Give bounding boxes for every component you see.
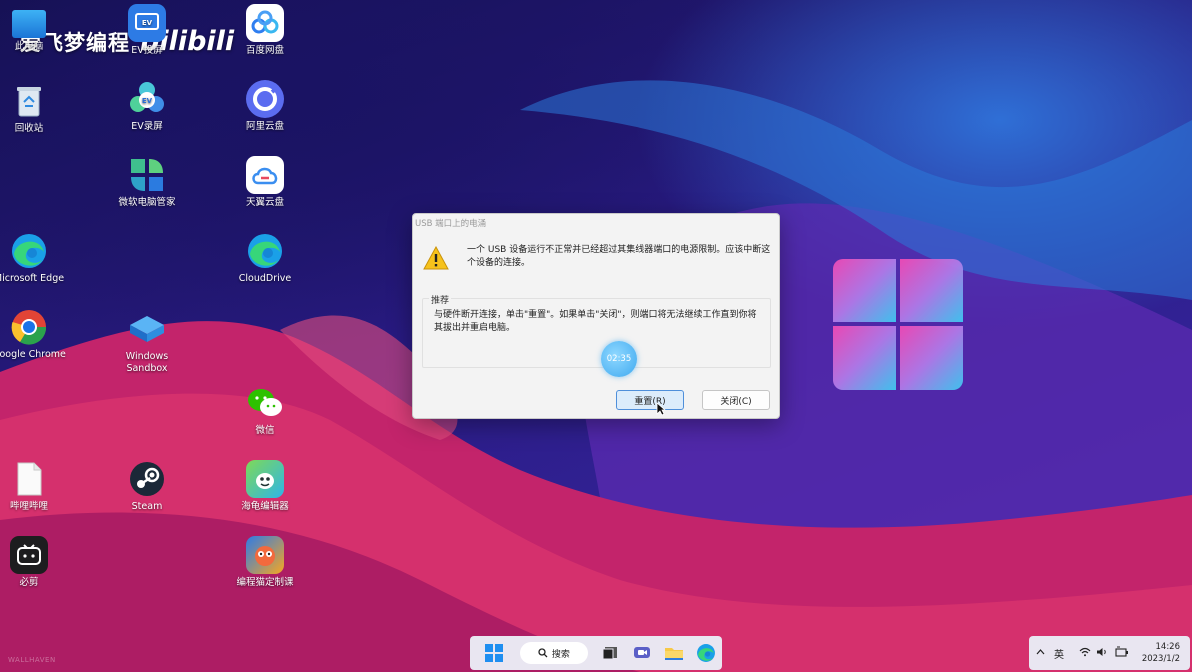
task-view-icon[interactable] <box>600 642 620 664</box>
bijian-icon <box>10 536 48 574</box>
ev-cast-icon: EV <box>128 4 166 42</box>
desktop-icon-aliyun-drive[interactable]: 阿里云盘 <box>226 80 304 133</box>
battery-icon[interactable] <box>1115 646 1129 658</box>
recommendation-group: 推荐 与硬件断开连接，单击"重置"。如果单击"关闭"，则端口将无法继续工作直到你… <box>422 293 771 368</box>
warning-icon <box>423 245 449 273</box>
search-label: 搜索 <box>551 649 570 660</box>
system-tray: 英 14:26 2023/1/2 <box>1029 636 1190 670</box>
file-icon <box>10 460 48 498</box>
desktop: 爱飞梦编程 bilibili 此电脑 回收站 Microsoft Edge Go… <box>0 0 1192 672</box>
clock-time: 14:26 <box>1155 642 1181 652</box>
edge-icon <box>10 232 48 270</box>
close-button[interactable]: 关闭(C) <box>702 390 770 410</box>
baidu-netdisk-icon <box>246 4 284 42</box>
desktop-icon-pc-manager[interactable]: 微软电脑管家 <box>108 156 186 209</box>
volume-icon[interactable] <box>1096 647 1108 657</box>
mouse-cursor-icon <box>656 402 666 416</box>
wifi-icon[interactable] <box>1079 647 1091 657</box>
desktop-icon-baidu-netdisk[interactable]: 百度网盘 <box>226 4 304 57</box>
pc-manager-icon <box>128 156 166 194</box>
meet-icon[interactable] <box>632 642 652 664</box>
recommendation-text: 与硬件断开连接，单击"重置"。如果单击"关闭"，则端口将无法继续工作直到你将其拔… <box>434 310 757 333</box>
tianyi-cloud-icon <box>246 156 284 194</box>
sandbox-icon <box>128 310 166 348</box>
taskbar-search-button[interactable]: 搜索 <box>520 642 588 664</box>
desktop-icon-edge[interactable]: Microsoft Edge <box>0 232 68 285</box>
clock-date: 2023/1/2 <box>1141 654 1180 664</box>
desktop-icon-steam[interactable]: Steam <box>108 460 186 513</box>
codemao-icon <box>246 536 284 574</box>
wallpaper-credit: WALLHAVEN <box>8 656 56 664</box>
edge-taskbar-icon[interactable] <box>696 642 716 664</box>
wechat-icon <box>246 384 284 422</box>
recommendation-label: 推荐 <box>429 293 452 306</box>
chrome-icon <box>10 308 48 346</box>
windows-logo <box>833 259 963 390</box>
desktop-icon-clouddrive[interactable]: CloudDrive <box>226 232 304 285</box>
chevron-up-icon[interactable] <box>1036 648 1045 655</box>
taskbar: 搜索 <box>470 636 722 670</box>
file-explorer-icon[interactable] <box>664 642 684 664</box>
dialog-message: 一个 USB 设备运行不正常并已经超过其集线器端口的电源限制。应该中断这个设备的… <box>467 245 771 268</box>
desktop-icon-bijian[interactable]: 必剪 <box>0 536 68 589</box>
steam-icon <box>128 460 166 498</box>
recycle-bin-icon <box>10 82 48 120</box>
desktop-icon-wechat[interactable]: 微信 <box>226 384 304 437</box>
usb-surge-dialog: USB 端口上的电涌 一个 USB 设备运行不正常并已经超过其集线器端口的电源限… <box>412 213 780 419</box>
clouddrive-icon <box>246 232 284 270</box>
desktop-icon-recycle-bin[interactable]: 回收站 <box>0 82 68 135</box>
dialog-title: USB 端口上的电涌 <box>415 219 487 229</box>
desktop-icon-chrome[interactable]: Google Chrome <box>0 308 68 361</box>
turtle-editor-icon <box>246 460 284 498</box>
ime-indicator[interactable]: 英 <box>1054 646 1064 661</box>
svg-text:EV: EV <box>142 97 153 105</box>
clock[interactable]: 14:26 2023/1/2 <box>1142 641 1180 665</box>
desktop-icon-bilibili-file[interactable]: 哔哩哔哩 <box>0 460 68 513</box>
search-icon <box>538 648 548 658</box>
desktop-icon-tianyi-cloud[interactable]: 天翼云盘 <box>226 156 304 209</box>
desktop-icon-ev-recorder[interactable]: EV EV录屏 <box>108 80 186 133</box>
start-icon[interactable] <box>484 642 504 664</box>
desktop-icon-codemao[interactable]: 编程猫定制课 <box>226 536 304 589</box>
desktop-icon-ev-cast[interactable]: EV EV投屏 <box>108 4 186 57</box>
monitor-icon <box>12 10 46 38</box>
desktop-icon-turtle-editor[interactable]: 海龟编辑器 <box>226 460 304 513</box>
reset-button[interactable]: 重置(R) <box>616 390 684 410</box>
ev-recorder-icon: EV <box>128 80 166 118</box>
aliyun-drive-icon <box>246 80 284 118</box>
svg-text:EV: EV <box>142 19 153 27</box>
desktop-icon-windows-sandbox[interactable]: Windows Sandbox <box>108 310 186 375</box>
recording-timer-badge: 02:35 <box>601 341 637 377</box>
desktop-icon-this-pc[interactable]: 此电脑 <box>0 6 68 53</box>
